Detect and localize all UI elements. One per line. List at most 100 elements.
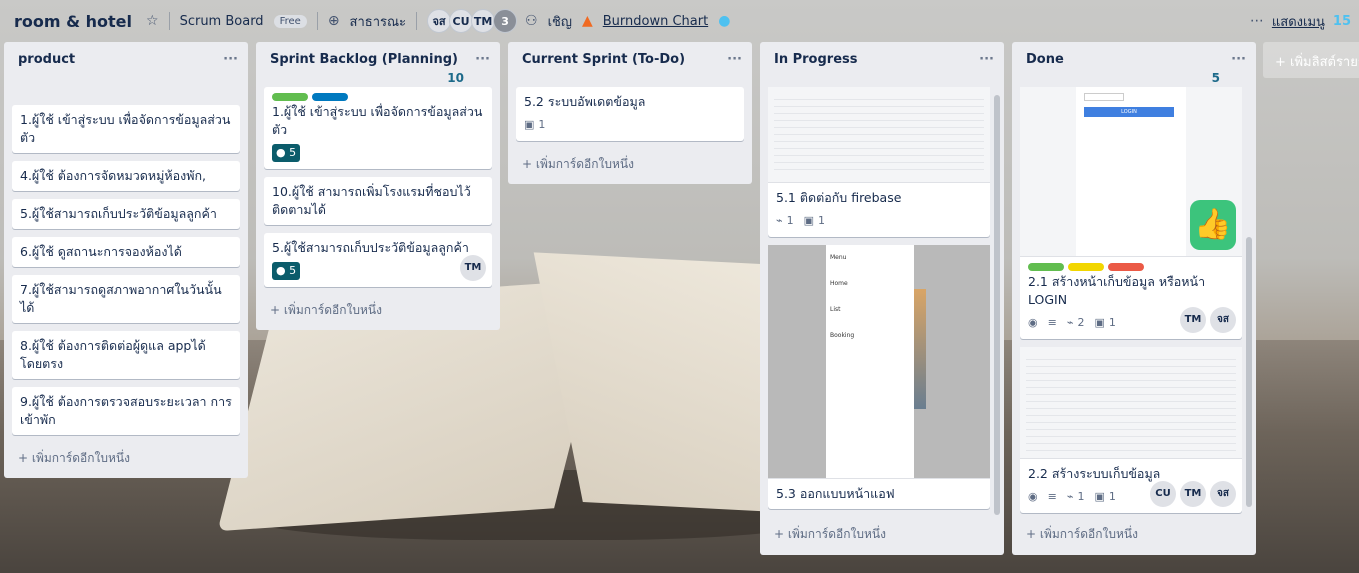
avatar[interactable]: จส bbox=[1210, 481, 1236, 507]
list-header[interactable]: In Progress ··· bbox=[760, 42, 1004, 71]
thumbs-up-icon: 👍 bbox=[1190, 200, 1236, 250]
list-sprint-backlog: Sprint Backlog (Planning) ··· 10 1.ผู้ใช… bbox=[256, 42, 500, 330]
card[interactable]: 9.ผู้ใช้ ต้องการตรวจสอบระยะเวลา การเข้าพ… bbox=[12, 387, 240, 435]
burndown-chart-link[interactable]: Burndown Chart bbox=[603, 14, 708, 29]
star-icon[interactable]: ☆ bbox=[146, 13, 159, 29]
label-green[interactable] bbox=[1028, 263, 1064, 271]
list-count: 5 bbox=[1211, 71, 1220, 85]
card-list: LOGIN 👍 2.1 สร้างหน้าเก็บข้อมูล หรือหน้า… bbox=[1012, 87, 1256, 519]
card[interactable]: 2.2 สร้างระบบเก็บข้อมูล ◉ ≡ ⌁ 1 ▣ 1 CU T… bbox=[1020, 347, 1242, 513]
label-yellow[interactable] bbox=[1068, 263, 1104, 271]
card[interactable]: 5.ผู้ใช้สามารถเก็บประวัติข้อมูลลูกค้า ● … bbox=[264, 233, 492, 287]
card[interactable]: 1.ผู้ใช้ เข้าสู่ระบบ เพื่อจัดการข้อมูลส่… bbox=[264, 87, 492, 169]
card-cover-image: LOGIN 👍 bbox=[1020, 87, 1242, 257]
avatar[interactable]: CU bbox=[449, 9, 474, 33]
avatar[interactable]: จส bbox=[1210, 307, 1236, 333]
show-menu-button[interactable]: แสดงเมนู bbox=[1272, 11, 1325, 32]
card-title: 5.1 ติดต่อกับ firebase bbox=[776, 190, 902, 205]
list-menu-icon[interactable]: ··· bbox=[475, 52, 490, 67]
list-title[interactable]: In Progress bbox=[774, 52, 858, 67]
checklist-count: 1 bbox=[1108, 490, 1116, 503]
list-count bbox=[760, 71, 1004, 87]
add-list-button[interactable]: + เพิ่มลิสต์รายการ bbox=[1263, 42, 1359, 78]
label-blue[interactable] bbox=[312, 93, 348, 101]
add-member-icon: ⚇ bbox=[525, 13, 538, 29]
powerup-icon[interactable]: ● bbox=[718, 13, 730, 29]
invite-button[interactable]: เชิญ bbox=[548, 11, 572, 32]
app-mockup: Menu Home List Booking bbox=[826, 245, 914, 478]
notification-count: 15 bbox=[1332, 13, 1351, 29]
add-card-button[interactable]: + เพิ่มการ์ดอีกใบหนึ่ง bbox=[4, 443, 248, 478]
checklist-count: 1 bbox=[1108, 316, 1116, 329]
list-menu-icon[interactable]: ··· bbox=[727, 52, 742, 67]
card-title: 2.2 สร้างระบบเก็บข้อมูล bbox=[1028, 466, 1161, 481]
description-icon: ≡ bbox=[1047, 490, 1057, 503]
card-members: TM จส bbox=[1180, 307, 1236, 333]
mock-menu-item: List bbox=[830, 306, 841, 313]
list-title[interactable]: Done bbox=[1026, 52, 1064, 67]
list-header[interactable]: Sprint Backlog (Planning) ··· bbox=[256, 42, 500, 71]
header-divider bbox=[416, 12, 418, 30]
card-badges: ● 5 bbox=[272, 143, 484, 163]
card[interactable]: 5.1 ติดต่อกับ firebase ⌁ 1 ▣ 1 bbox=[768, 87, 990, 237]
add-card-button[interactable]: + เพิ่มการ์ดอีกใบหนึ่ง bbox=[1012, 519, 1256, 554]
board-header: room & hotel ☆ Scrum Board Free ⊕ สาธารณ… bbox=[0, 0, 1359, 42]
checklist-icon: ▣ bbox=[1094, 490, 1105, 503]
label-green[interactable] bbox=[272, 93, 308, 101]
list-current-sprint: Current Sprint (To-Do) ··· 5.2 ระบบอัพเด… bbox=[508, 42, 752, 184]
card[interactable]: 4.ผู้ใช้ ต้องการจัดหมวดหมู่ห้องพัก, bbox=[12, 161, 240, 191]
list-header[interactable]: Current Sprint (To-Do) ··· bbox=[508, 42, 752, 71]
header-divider bbox=[316, 12, 318, 30]
list-menu-icon[interactable]: ··· bbox=[979, 52, 994, 67]
avatar[interactable]: จส bbox=[427, 9, 452, 33]
card[interactable]: 7.ผู้ใช้สามารถดูสภาพอากาศในวันนั้นได้ bbox=[12, 275, 240, 323]
add-card-button[interactable]: + เพิ่มการ์ดอีกใบหนึ่ง bbox=[760, 519, 1004, 554]
board-type-button[interactable]: Scrum Board bbox=[180, 14, 264, 29]
board-title[interactable]: room & hotel bbox=[14, 12, 132, 31]
more-members-badge[interactable]: 3 bbox=[493, 9, 518, 33]
card-title: 8.ผู้ใช้ ต้องการติดต่อผู้ดูแล appได้ โดย… bbox=[20, 338, 206, 371]
avatar[interactable]: TM bbox=[1180, 307, 1206, 333]
free-badge: Free bbox=[273, 14, 307, 28]
board-members: จส CU TM 3 bbox=[427, 9, 518, 33]
avatar[interactable]: TM bbox=[1180, 481, 1206, 507]
add-card-button[interactable]: + เพิ่มการ์ดอีกใบหนึ่ง bbox=[508, 149, 752, 184]
list-title[interactable]: product bbox=[18, 52, 75, 67]
card-title: 5.3 ออกแบบหน้าแอฟ bbox=[776, 486, 895, 501]
screenshot-thumbnail bbox=[774, 93, 984, 176]
list-menu-icon[interactable]: ··· bbox=[223, 52, 238, 67]
list-count: 10 bbox=[447, 71, 464, 85]
mock-menu-item: Home bbox=[830, 280, 848, 287]
card-title: 7.ผู้ใช้สามารถดูสภาพอากาศในวันนั้นได้ bbox=[20, 282, 222, 315]
card-members: CU TM จส bbox=[1150, 481, 1236, 507]
label-red[interactable] bbox=[1108, 263, 1144, 271]
list-menu-icon[interactable]: ··· bbox=[1231, 52, 1246, 67]
card[interactable]: 10.ผู้ใช้ สามารถเพิ่มโรงแรมที่ชอบไว้ ติด… bbox=[264, 177, 492, 225]
card-title: 10.ผู้ใช้ สามารถเพิ่มโรงแรมที่ชอบไว้ ติด… bbox=[272, 184, 471, 217]
card[interactable]: 6.ผู้ใช้ ดูสถานะการจองห้องได้ bbox=[12, 237, 240, 267]
card[interactable]: 8.ผู้ใช้ ต้องการติดต่อผู้ดูแล appได้ โดย… bbox=[12, 331, 240, 379]
list-header[interactable]: product ··· bbox=[4, 42, 248, 71]
card-list: 5.2 ระบบอัพเดตข้อมูล ▣ 1 bbox=[508, 87, 752, 141]
card[interactable]: LOGIN 👍 2.1 สร้างหน้าเก็บข้อมูล หรือหน้า… bbox=[1020, 87, 1242, 339]
card[interactable]: 5.2 ระบบอัพเดตข้อมูล ▣ 1 bbox=[516, 87, 744, 141]
board-canvas: product ··· 1.ผู้ใช้ เข้าสู่ระบบ เพื่อจั… bbox=[0, 42, 1359, 573]
list-header[interactable]: Done ··· bbox=[1012, 42, 1256, 71]
avatar[interactable]: CU bbox=[1150, 481, 1176, 507]
add-card-button[interactable]: + เพิ่มการ์ดอีกใบหนึ่ง bbox=[256, 295, 500, 330]
card-badges: ▣ 1 bbox=[524, 115, 736, 135]
list-scrollbar[interactable] bbox=[1246, 237, 1252, 507]
avatar[interactable]: TM bbox=[460, 255, 486, 281]
card-title: 1.ผู้ใช้ เข้าสู่ระบบ เพื่อจัดการข้อมูลส่… bbox=[20, 112, 231, 145]
card[interactable]: 1.ผู้ใช้ เข้าสู่ระบบ เพื่อจัดการข้อมูลส่… bbox=[12, 105, 240, 153]
visibility-button[interactable]: สาธารณะ bbox=[350, 11, 407, 32]
list-title[interactable]: Sprint Backlog (Planning) bbox=[270, 52, 458, 67]
list-title[interactable]: Current Sprint (To-Do) bbox=[522, 52, 685, 67]
list-scrollbar[interactable] bbox=[994, 95, 1000, 515]
card-title: 5.ผู้ใช้สามารถเก็บประวัติข้อมูลลูกค้า bbox=[20, 206, 217, 221]
card[interactable]: Menu Home List Booking 5.3 ออกแบบหน้าแอฟ bbox=[768, 245, 990, 509]
card[interactable]: 5.ผู้ใช้สามารถเก็บประวัติข้อมูลลูกค้า bbox=[12, 199, 240, 229]
avatar[interactable]: TM bbox=[471, 9, 496, 33]
card-list: 1.ผู้ใช้ เข้าสู่ระบบ เพื่อจัดการข้อมูลส่… bbox=[256, 87, 500, 287]
card-cover-image bbox=[1020, 347, 1242, 459]
